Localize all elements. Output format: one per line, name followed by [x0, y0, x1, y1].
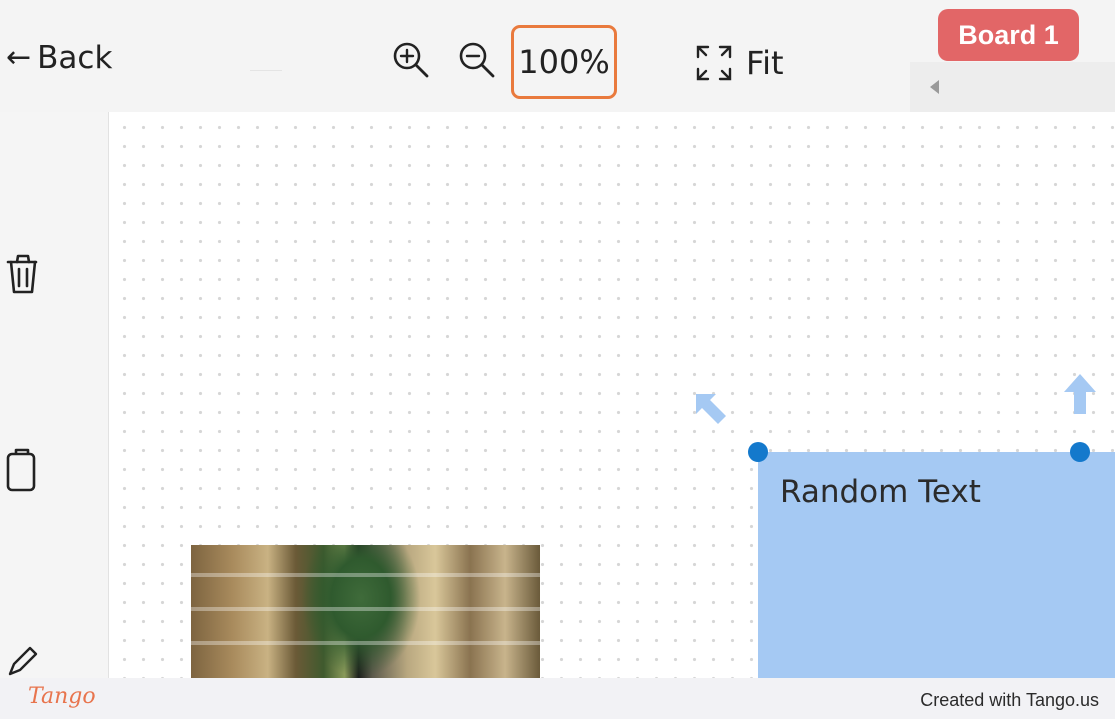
fit-screen-icon	[696, 45, 732, 81]
back-label: Back	[37, 40, 113, 76]
back-arrow-icon: ←	[6, 40, 32, 75]
trash-icon[interactable]	[6, 250, 40, 298]
resize-handle-top-left[interactable]	[748, 442, 768, 462]
board-tab[interactable]: Board 1	[938, 9, 1079, 61]
fit-button[interactable]: Fit	[694, 40, 784, 86]
tango-logo: Tango	[28, 684, 96, 709]
zoom-level-indicator[interactable]: 100%	[511, 25, 617, 99]
footer-credit: Created with Tango.us	[920, 690, 1099, 710]
resize-diagonal-arrow-icon[interactable]	[692, 390, 732, 430]
zoom-out-icon[interactable]	[457, 40, 497, 80]
move-up-arrow-icon[interactable]	[1060, 372, 1100, 416]
toolbar-divider	[250, 70, 282, 71]
tool-sidebar	[0, 112, 109, 678]
scroll-left-icon[interactable]	[930, 80, 939, 94]
back-button[interactable]: ← Back	[6, 36, 113, 80]
clipboard-icon[interactable]	[4, 448, 40, 494]
zoom-in-icon[interactable]	[391, 40, 431, 80]
resize-handle-top-right[interactable]	[1070, 442, 1090, 462]
canvas-image[interactable]	[191, 545, 540, 678]
board-tabs-strip	[910, 62, 1115, 112]
pen-icon[interactable]	[6, 646, 38, 678]
sticky-note-text[interactable]: Random Text	[780, 474, 981, 510]
fit-label: Fit	[746, 44, 784, 82]
